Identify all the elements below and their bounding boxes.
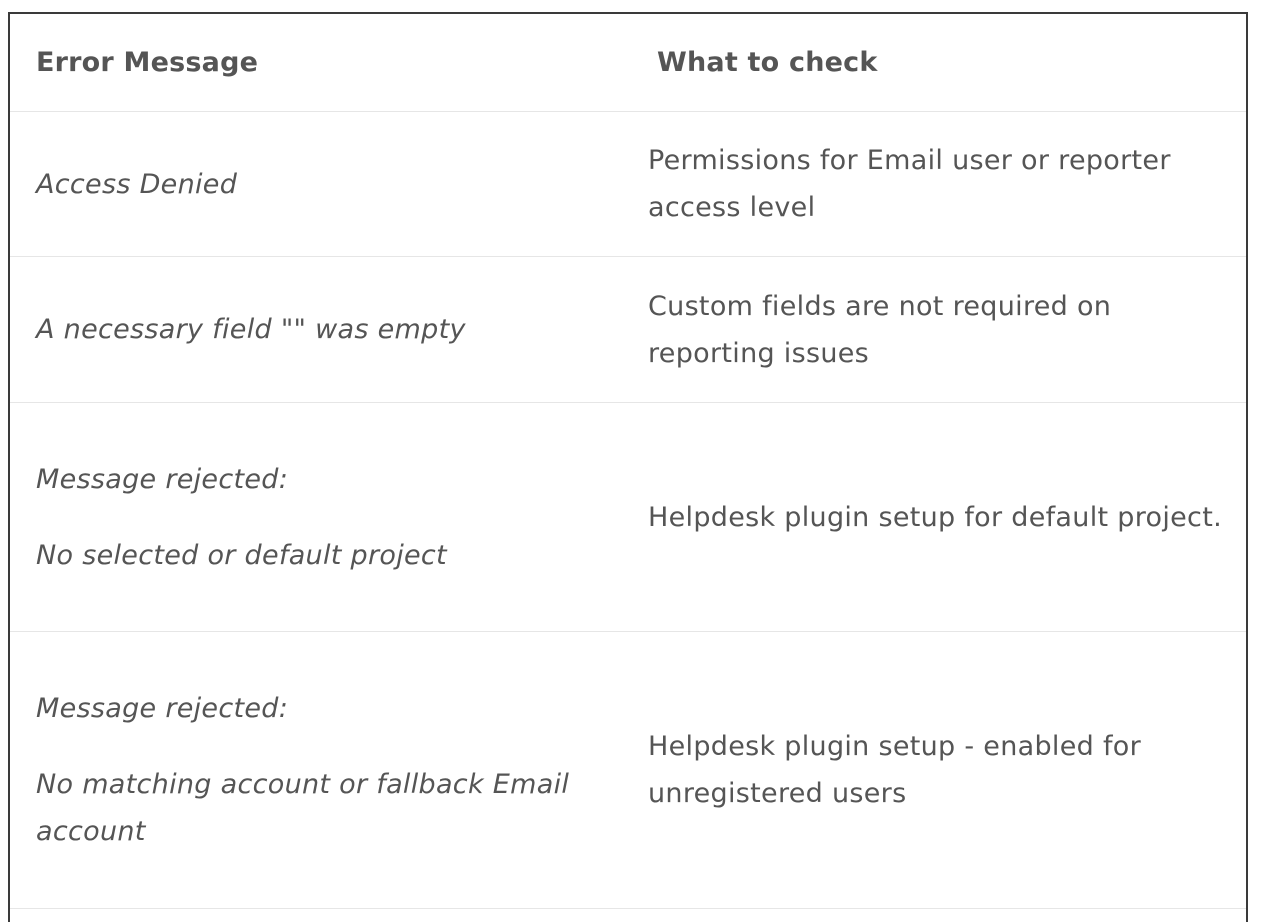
- header-cell-error-message: Error Message: [36, 14, 616, 111]
- error-message-text: No selected or default project: [36, 539, 447, 571]
- header-error-message: Error Message: [36, 47, 259, 78]
- table-row: Message rejected: No selected or default…: [10, 403, 1246, 632]
- what-to-check-cell: Custom fields are not required on report…: [648, 257, 1238, 402]
- error-message-text: Access Denied: [36, 168, 238, 200]
- error-message-text: A necessary field "" was empty: [36, 314, 466, 345]
- what-to-check-text: Permissions for Email user or reporter a…: [648, 145, 1171, 223]
- table-header-row: Error Message What to check: [10, 14, 1246, 112]
- error-message-cell: A necessary field "" was empty: [36, 257, 616, 402]
- what-to-check-cell: Helpdesk plugin setup - enabled for unre…: [648, 632, 1238, 908]
- error-message-cell: Access Denied: [36, 112, 616, 256]
- header-what-to-check: What to check: [657, 47, 878, 78]
- error-message-cell: Message rejected: No matching account or…: [36, 632, 616, 908]
- header-cell-what-to-check: What to check: [657, 14, 1247, 111]
- what-to-check-text: Helpdesk plugin setup - enabled for unre…: [648, 731, 1141, 809]
- table-row: Access Denied Permissions for Email user…: [10, 112, 1246, 257]
- error-table: Error Message What to check Access Denie…: [8, 12, 1248, 922]
- table-row: Message rejected: No matching account or…: [10, 632, 1246, 909]
- what-to-check-cell: Permissions for Email user or reporter a…: [648, 112, 1238, 256]
- what-to-check-text: Custom fields are not required on report…: [648, 290, 1112, 369]
- error-message-text: Message rejected:: [36, 693, 289, 724]
- error-message-cell: Message rejected: No selected or default…: [36, 403, 616, 631]
- table-row: A necessary field "" was empty Custom fi…: [10, 257, 1246, 403]
- error-message-text: No matching account or fallback Email ac…: [36, 769, 570, 847]
- error-message-text: Message rejected:: [36, 463, 289, 495]
- what-to-check-text: Helpdesk plugin setup for default projec…: [648, 501, 1222, 533]
- what-to-check-cell: Helpdesk plugin setup for default projec…: [648, 403, 1238, 631]
